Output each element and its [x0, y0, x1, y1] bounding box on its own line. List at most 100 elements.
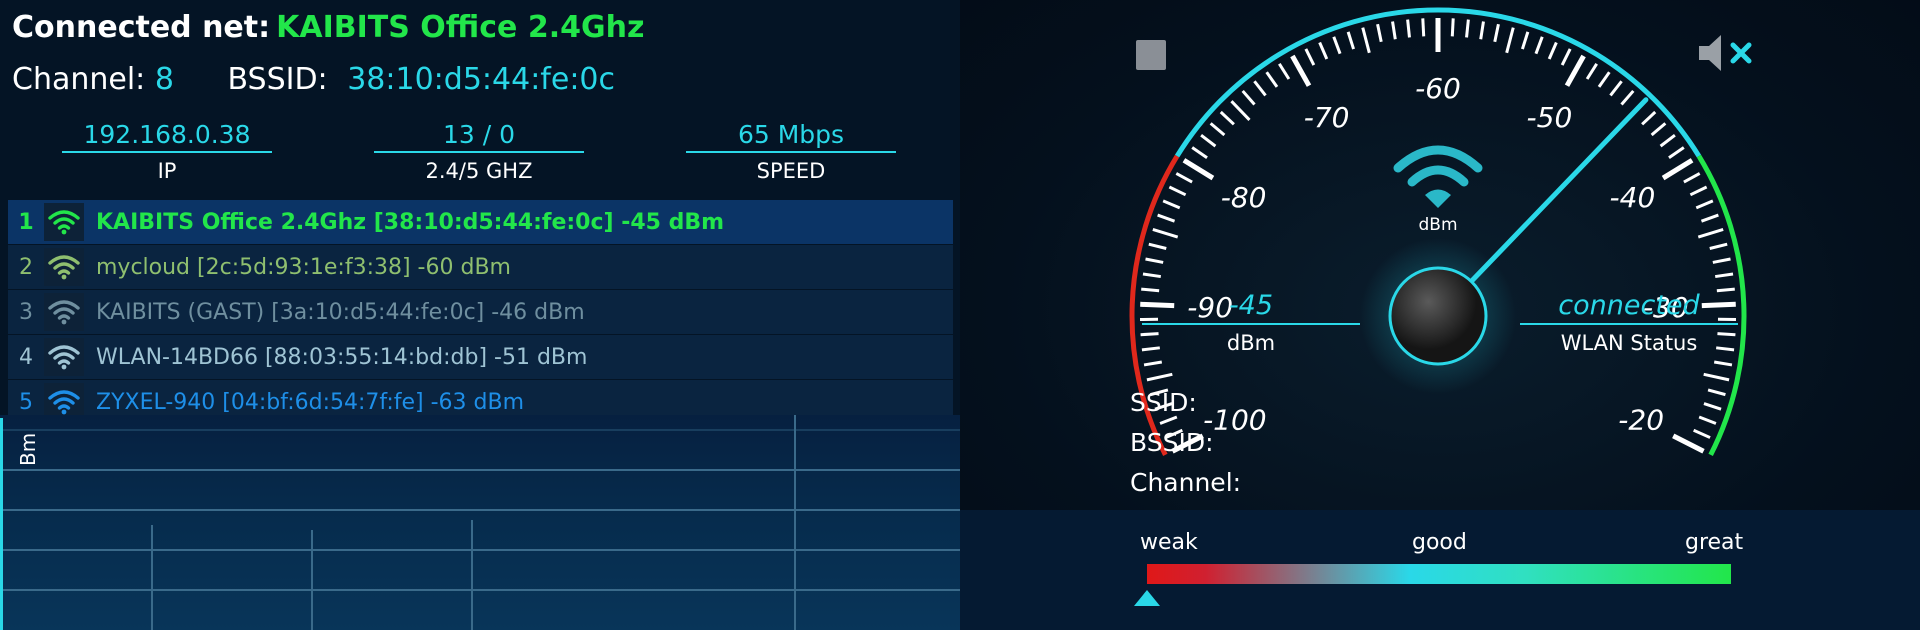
speed-stat: 65 Mbps SPEED: [686, 120, 896, 183]
gauge-tick: [1609, 80, 1623, 97]
gauge-tick: [1200, 134, 1217, 148]
gauge-tick: [1641, 110, 1657, 126]
channel-bssid-line: Channel: 8 BSSID: 38:10:d5:44:fe:0c: [12, 62, 615, 97]
gauge-tick: [1703, 402, 1722, 411]
speed-value: 65 Mbps: [686, 120, 896, 153]
gauge-tick: [1191, 146, 1208, 159]
meter-marker: [1134, 590, 1160, 606]
gauge-tick: [1465, 19, 1470, 38]
bssid-label: BSSID:: [227, 62, 328, 97]
gauge-tick: [1219, 110, 1235, 126]
network-row-number: 1: [18, 209, 34, 235]
graph-axis-line: [0, 418, 3, 630]
connected-net-line: Connected net: KAIBITS Office 2.4Ghz: [12, 10, 644, 45]
network-row[interactable]: 2 mycloud [2c:5d:93:1e:f3:38] -60 dBm: [8, 245, 953, 289]
gauge-tick: [1304, 48, 1316, 66]
gauge-tick: [1585, 62, 1598, 80]
speed-label: SPEED: [756, 159, 826, 183]
gauge-tick: [1159, 415, 1178, 425]
meter-good-label: good: [1412, 530, 1467, 555]
channel-info-label: Channel:: [1130, 468, 1242, 497]
network-row-text: mycloud [2c:5d:93:1e:f3:38] -60 dBm: [96, 254, 511, 280]
signal-graph: [0, 415, 960, 630]
gauge-tick: [1421, 18, 1426, 37]
quality-meter: weak good great: [960, 510, 1920, 630]
gauge-tick: [1346, 31, 1355, 50]
gauge-tick: [1620, 89, 1635, 106]
ip-value: 192.168.0.38: [62, 120, 272, 153]
ssid-label: SSID:: [1130, 388, 1197, 417]
wlan-status-value: connected: [1520, 290, 1738, 325]
connected-net-label: Connected net:: [12, 10, 271, 45]
wifi-icon: [1393, 145, 1483, 208]
bssid-value: 38:10:d5:44:fe:0c: [347, 62, 616, 97]
gauge-tick: [1253, 80, 1267, 97]
gauge-tick: [1659, 134, 1676, 148]
gauge-panel: -100 -90 -80 -70 -60 -50 -40 -30 -20 dBm -45 dBm …: [960, 0, 1920, 630]
gauge-tick: [1707, 388, 1726, 397]
gauge-tick: [1597, 71, 1611, 88]
network-row-number: 3: [19, 299, 33, 325]
gauge-tick: [1700, 213, 1719, 223]
gauge-tick: [1406, 19, 1411, 38]
gauge-unit-label: dBm: [1418, 215, 1457, 235]
gauge-tick: [1278, 62, 1291, 80]
gauge-tick: [1534, 36, 1544, 55]
band-stat: 13 / 0 2.4/5 GHZ: [374, 120, 584, 183]
gauge-tick: [1668, 146, 1685, 159]
network-row-text: ZYXEL-940 [04:bf:6d:54:7f:fe] -63 dBm: [96, 389, 525, 415]
gauge-tick: [1157, 213, 1176, 223]
gauge-tick: [1290, 54, 1312, 87]
bssid-info-label: BSSID:: [1130, 428, 1214, 457]
network-row-text: KAIBITS (GAST) [3a:10:d5:44:fe:0c] -46 d…: [96, 299, 585, 325]
gauge-tick: [1209, 122, 1226, 137]
meter-great-label: great: [1685, 530, 1744, 555]
network-row[interactable]: 1 KAIBITS Office 2.4Ghz [38:10:d5:44:fe:0…: [8, 200, 953, 244]
gauge-tick: [1521, 31, 1530, 50]
gauge-knob: [1388, 266, 1488, 366]
mute-icon[interactable]: [1695, 30, 1759, 76]
wifi-icon: [44, 203, 84, 241]
gauge-tick: [1182, 158, 1215, 181]
gauge-tick: [1479, 21, 1485, 40]
gauge-tick: [1672, 433, 1705, 454]
graph-grid: [0, 415, 960, 630]
network-row-number: 2: [19, 254, 33, 280]
gauge-tick: [1230, 100, 1251, 121]
network-row[interactable]: 4 WLAN-14BD66 [88:03:55:14:bd:db] -51 dBm: [8, 335, 953, 379]
gauge-tick: [1318, 41, 1329, 60]
gauge-tick: [1391, 21, 1397, 40]
gauge-tick: [1695, 199, 1714, 210]
gauge-tick: [1146, 372, 1173, 382]
gauge-tick: [1175, 172, 1193, 184]
ip-label: IP: [157, 159, 177, 183]
gauge-tick: [1560, 48, 1572, 66]
stop-icon[interactable]: [1136, 40, 1166, 70]
gauge-tick: [1361, 27, 1371, 54]
gauge-tick: [1145, 257, 1164, 264]
network-row[interactable]: 3 KAIBITS (GAST) [3a:10:d5:44:fe:0c] -46 …: [8, 290, 953, 334]
wifi-icon: [44, 248, 84, 286]
gauge-tick-label: -80: [1221, 181, 1267, 214]
gauge-tick: [1703, 372, 1730, 382]
network-list: 1 KAIBITS Office 2.4Ghz [38:10:d5:44:fe:0…: [8, 200, 953, 425]
gauge-tick: [1698, 415, 1717, 425]
meter-weak-label: weak: [1140, 530, 1198, 555]
gauge-tick-label: -60: [1415, 72, 1461, 105]
gauge-tick: [1713, 360, 1733, 367]
gauge-tick: [1143, 360, 1163, 367]
gauge-tick-label: -40: [1610, 181, 1656, 214]
ip-stat: 192.168.0.38 IP: [62, 120, 272, 183]
gauge-tick: [1332, 36, 1342, 55]
signal-gauge: -100-90-80-70-60-50-40-30-20dBm: [1129, 7, 1747, 457]
dbm-readout-label: dBm: [1226, 331, 1276, 355]
connected-net-value: KAIBITS Office 2.4Ghz: [276, 10, 645, 45]
gauge-tick: [1152, 228, 1179, 239]
gauge-tick-label: -70: [1304, 101, 1350, 134]
gauge-tick: [1564, 54, 1586, 87]
gauge-tick: [1168, 185, 1187, 197]
dbm-readout: -45 dBm: [1142, 290, 1360, 355]
gauge-tick: [1697, 228, 1724, 239]
gauge-tick: [1689, 185, 1708, 197]
gauge-tick: [1709, 242, 1728, 250]
